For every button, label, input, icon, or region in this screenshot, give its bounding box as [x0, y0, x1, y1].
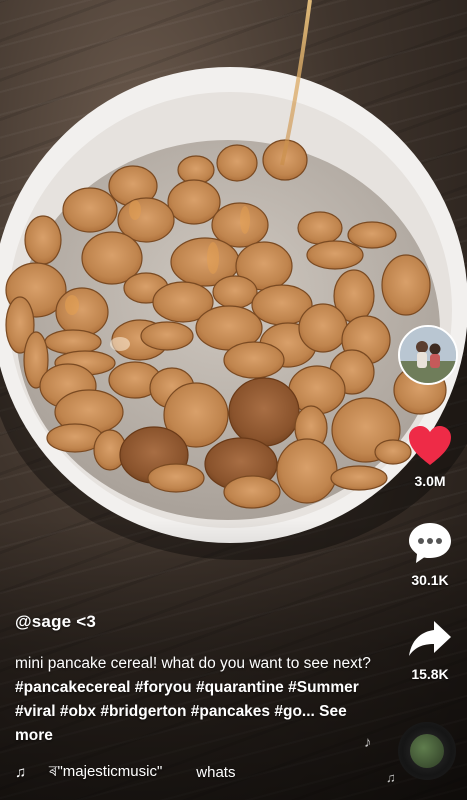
heart-icon: [409, 426, 451, 465]
hashtag[interactable]: #pancakecereal: [15, 679, 130, 696]
sound-ticker[interactable]: ♫ ৰ"majesticmusic" whats: [15, 760, 235, 785]
hashtag[interactable]: #bridgerton: [100, 703, 186, 720]
hashtag[interactable]: #Summer: [288, 679, 359, 696]
creator-avatar[interactable]: [398, 325, 458, 385]
caption-text: mini pancake cereal! what do you want to…: [15, 655, 371, 672]
share-arrow-icon: [409, 621, 451, 656]
hashtag[interactable]: #go...: [274, 703, 314, 720]
video-feed-screen: 3.0M 30.1K 15.8K ♪ ♫ @sage <3 mini panca…: [0, 0, 467, 800]
sound-disc-artwork: [410, 734, 444, 768]
sound-track-scroll-text: whats: [196, 764, 236, 781]
hashtag[interactable]: #foryou: [135, 679, 192, 696]
hashtag[interactable]: #viral: [15, 703, 56, 720]
caption-description: mini pancake cereal! what do you want to…: [15, 652, 375, 748]
hashtag[interactable]: #quarantine: [196, 679, 284, 696]
share-count: 15.8K: [411, 666, 449, 682]
music-note-icon: ♫: [15, 764, 27, 781]
hashtag[interactable]: #obx: [60, 703, 96, 720]
share-button[interactable]: 15.8K: [395, 618, 465, 682]
music-note-icon: ♫: [386, 770, 396, 785]
like-button[interactable]: 3.0M: [395, 425, 465, 489]
video-caption: @sage <3 mini pancake cereal! what do yo…: [15, 612, 375, 748]
sound-track-name: ৰ"majesticmusic": [49, 763, 163, 780]
sound-disc[interactable]: [398, 722, 456, 780]
comment-bubble-icon: [409, 523, 451, 563]
hashtag[interactable]: #pancakes: [191, 703, 270, 720]
avatar-photo: [400, 327, 456, 383]
creator-username[interactable]: @sage <3: [15, 612, 375, 632]
comment-button[interactable]: 30.1K: [395, 520, 465, 588]
comment-count: 30.1K: [411, 572, 449, 588]
like-count: 3.0M: [414, 473, 446, 489]
